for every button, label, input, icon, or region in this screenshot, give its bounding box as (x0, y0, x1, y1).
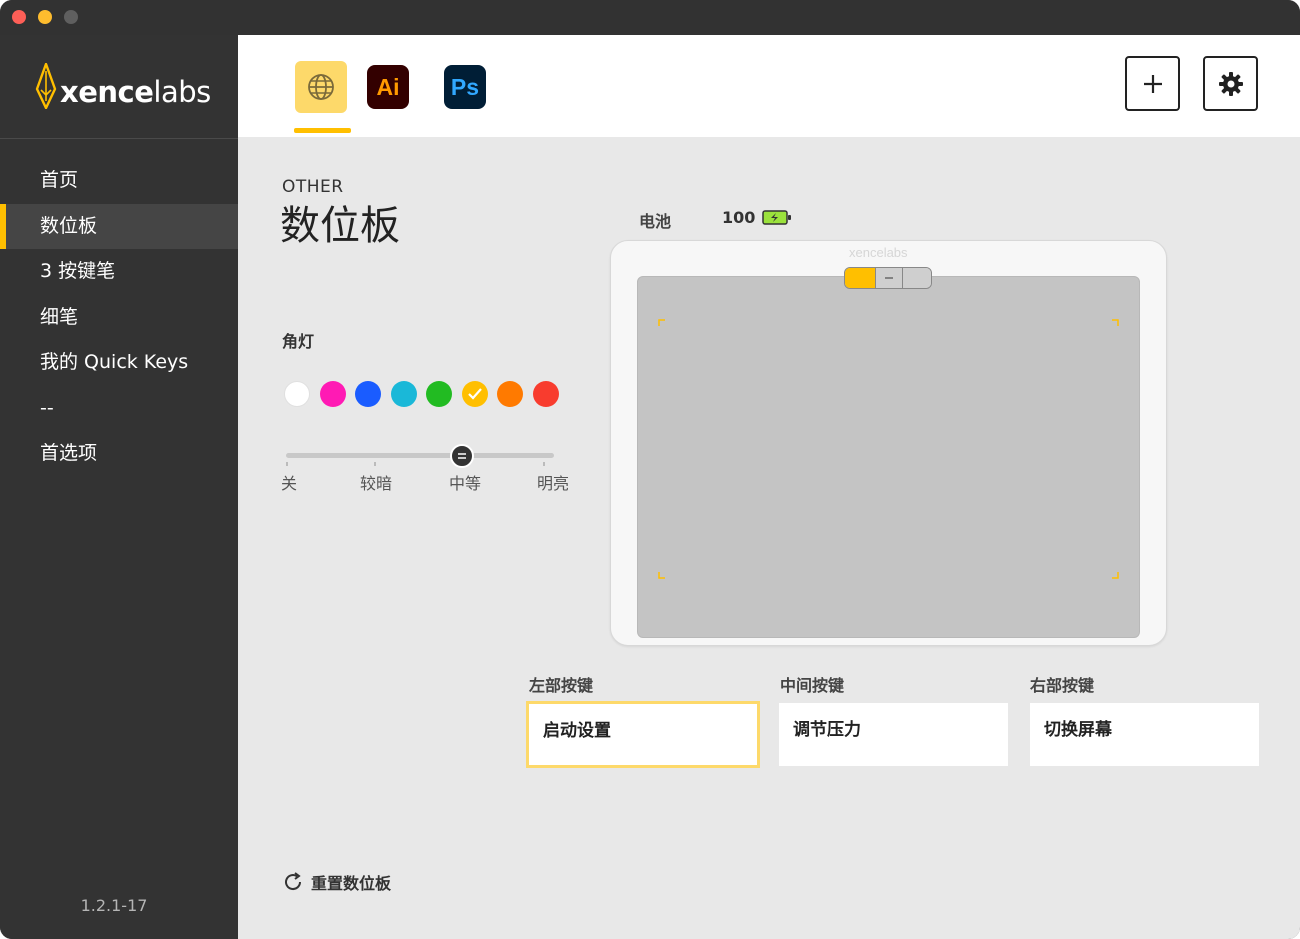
reset-tablet-button[interactable]: 重置数位板 (282, 870, 391, 894)
color-swatch[interactable] (319, 381, 346, 407)
selected-app-indicator (294, 128, 351, 133)
sidebar-item-thin-pen[interactable]: 细笔 (0, 295, 238, 341)
color-swatches (284, 381, 559, 407)
sidebar-item-label: 细笔 (40, 305, 79, 328)
sidebar: xencelabs 首页 数位板 3 按键笔 细笔 我的 Quick Keys … (0, 35, 238, 939)
color-swatch[interactable] (355, 381, 381, 407)
brightness-level-medium: 中等 (449, 474, 482, 493)
version-label: 1.2.1-17 (80, 896, 148, 915)
right-key-assignment[interactable]: 切换屏幕 (1030, 703, 1259, 766)
corner-light-indicator (1112, 319, 1119, 326)
slider-tick (374, 462, 376, 466)
tablet-right-button[interactable] (903, 268, 931, 288)
grip-icon (458, 453, 466, 459)
battery-value: 100 (722, 208, 756, 227)
sidebar-item-tablet[interactable]: 数位板 (0, 203, 238, 249)
tablet-hardware-buttons (844, 267, 932, 289)
sidebar-item-label: -- (40, 396, 54, 419)
brightness-level-bright: 明亮 (537, 474, 570, 493)
color-swatch[interactable] (532, 381, 559, 407)
corner-light-indicator (658, 319, 665, 326)
corner-light-indicator (1112, 572, 1119, 579)
color-swatch[interactable] (461, 381, 488, 407)
tablet-preview: xencelabs (610, 240, 1167, 646)
color-swatch[interactable] (497, 381, 523, 407)
sidebar-nav: 首页 数位板 3 按键笔 细笔 我的 Quick Keys -- 首选项 (0, 158, 238, 477)
minus-icon (885, 277, 893, 279)
gear-icon (1218, 71, 1243, 96)
logo-area: xencelabs (0, 35, 238, 139)
left-key-assignment[interactable]: 启动设置 (526, 701, 760, 768)
logo-wordmark: xencelabs (60, 75, 211, 109)
sidebar-item-label: 首页 (40, 169, 79, 191)
battery-label: 电池 (639, 212, 672, 231)
left-key-value: 启动设置 (543, 721, 611, 741)
tablet-middle-button[interactable] (875, 268, 903, 288)
sidebar-item-home[interactable]: 首页 (0, 158, 238, 204)
color-swatch[interactable] (284, 381, 310, 407)
maximize-window-button[interactable] (64, 10, 78, 24)
right-key-value: 切换屏幕 (1044, 720, 1112, 740)
sidebar-item-label: 3 按键笔 (40, 260, 116, 282)
app-profile-bar: Ai Ps (238, 35, 1300, 137)
sidebar-item-3-button-pen[interactable]: 3 按键笔 (0, 249, 238, 295)
illustrator-icon: Ai (376, 73, 400, 100)
color-swatch[interactable] (426, 381, 452, 407)
sidebar-item-label: 数位板 (40, 214, 98, 237)
sidebar-item-label: 首选项 (40, 442, 98, 464)
battery-icon (762, 210, 791, 225)
brightness-slider-track[interactable] (286, 453, 554, 458)
sidebar-item-placeholder[interactable]: -- (0, 386, 238, 432)
left-key-label: 左部按键 (529, 676, 594, 695)
app-tab-photoshop[interactable]: Ps (444, 65, 486, 109)
corner-light-label: 角灯 (282, 332, 315, 351)
corner-light-indicator (658, 572, 665, 579)
sidebar-item-preferences[interactable]: 首选项 (0, 431, 238, 477)
middle-key-assignment[interactable]: 调节压力 (779, 703, 1008, 766)
app-tab-illustrator[interactable]: Ai (367, 65, 409, 109)
minimize-window-button[interactable] (38, 10, 52, 24)
add-app-button[interactable] (1125, 56, 1180, 111)
plus-icon (1143, 74, 1162, 93)
main-content: OTHER 数位板 角灯 关 较暗 中等 明亮 电池 100 xencelabs (238, 137, 1300, 939)
app-window: xencelabs 首页 数位板 3 按键笔 细笔 我的 Quick Keys … (0, 0, 1300, 939)
settings-button[interactable] (1203, 56, 1258, 111)
reset-tablet-label: 重置数位板 (311, 874, 392, 893)
sidebar-item-label: 我的 Quick Keys (40, 351, 189, 373)
slider-tick (286, 462, 288, 466)
tablet-left-button[interactable] (845, 268, 875, 288)
tablet-brand-label: xencelabs (849, 245, 908, 260)
middle-key-label: 中间按键 (780, 676, 845, 695)
xencelabs-logo-icon (35, 63, 57, 109)
middle-key-value: 调节压力 (793, 720, 861, 740)
brightness-level-dim: 较暗 (360, 474, 393, 493)
globe-icon (308, 74, 334, 100)
right-key-label: 右部按键 (1030, 676, 1095, 695)
close-window-button[interactable] (12, 10, 26, 24)
slider-tick (543, 462, 545, 466)
color-swatch[interactable] (390, 381, 417, 407)
tablet-active-area (637, 276, 1140, 638)
check-icon (467, 388, 482, 400)
title-bar (0, 0, 1300, 35)
page-title: 数位板 (280, 203, 400, 249)
reset-icon (285, 872, 302, 891)
brightness-slider-thumb[interactable] (450, 444, 474, 468)
app-tab-global[interactable] (295, 61, 347, 113)
brightness-level-off: 关 (281, 474, 298, 493)
photoshop-icon: Ps (450, 73, 480, 100)
sidebar-item-quick-keys[interactable]: 我的 Quick Keys (0, 340, 238, 386)
